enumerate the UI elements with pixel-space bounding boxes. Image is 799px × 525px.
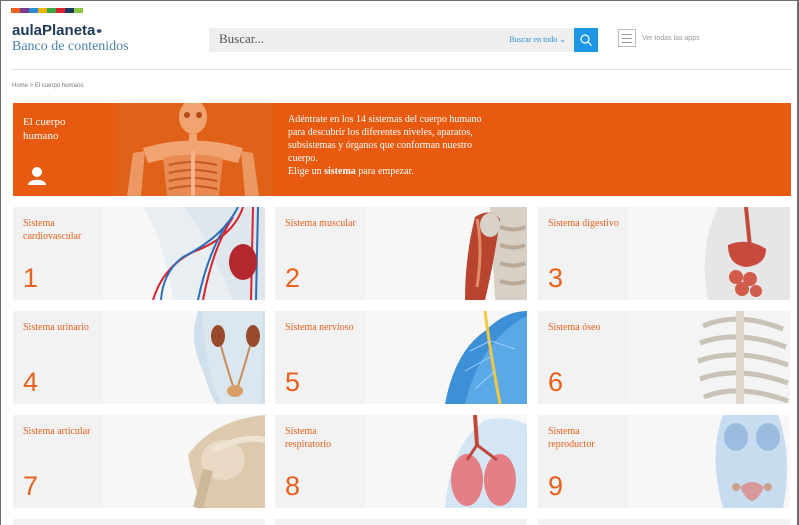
system-card-label: Sistema urinario	[23, 322, 89, 333]
system-card-label: Sistema óseo	[548, 322, 601, 333]
lungs-illustration	[365, 415, 527, 508]
search-icon	[580, 34, 592, 46]
system-card-number: 3	[548, 263, 564, 293]
system-card-skeletal[interactable]: Sistema óseo 6	[538, 311, 790, 404]
system-card-nervous[interactable]: Sistema nervioso 5	[275, 311, 527, 404]
system-card-partial[interactable]	[538, 519, 790, 525]
shoulder-joint-illustration	[103, 415, 265, 508]
brand-color-segment	[65, 8, 74, 13]
system-card-respiratory[interactable]: Sistema respiratorio 8	[275, 415, 527, 508]
system-card-articular[interactable]: Sistema articular 7	[13, 415, 265, 508]
system-card-label: Sistema articular	[23, 426, 91, 437]
system-card-label: Sistema cardiovascular	[23, 218, 82, 242]
system-card-number: 6	[548, 367, 564, 397]
system-card-label: Sistema nervioso	[285, 322, 354, 333]
system-card-number: 5	[285, 367, 301, 397]
cta-suffix: para empezar.	[355, 166, 414, 177]
browser-viewport: aulaPlaneta⚭ Banco de contenidos Buscar.…	[0, 0, 799, 525]
system-card-muscular[interactable]: Sistema muscular 2	[275, 207, 527, 300]
system-card-reproductive[interactable]: Sistema reproductor 9	[538, 415, 790, 508]
menu-line	[622, 34, 632, 35]
hero-cta-text: Elige un sistema para empezar.	[288, 165, 518, 178]
brand-color-segment	[11, 8, 20, 13]
system-card-label: Sistema muscular	[285, 218, 356, 229]
brand-color-segment	[47, 8, 56, 13]
brand-color-segment	[74, 8, 83, 13]
logo-name: aulaPlaneta	[12, 22, 96, 39]
hero-description: Adéntrate en los 14 sistemas del cuerpo …	[288, 113, 518, 178]
brand-color-segment	[29, 8, 38, 13]
brand-color-segment	[38, 8, 47, 13]
search-button[interactable]	[574, 28, 598, 52]
system-card-partial[interactable]	[275, 519, 527, 525]
apps-menu-button[interactable]	[618, 29, 636, 47]
apps-link[interactable]: Ver todas las apps	[642, 35, 700, 42]
logo-subtitle: Banco de contenidos	[12, 39, 129, 54]
hero-banner: El cuerpo humano Adéntrate en los 14 sis…	[13, 103, 791, 196]
system-card-cardiovascular[interactable]: Sistema cardiovascular 1	[13, 207, 265, 300]
system-card-number: 4	[23, 367, 39, 397]
system-card-label: Sistema respiratorio	[285, 426, 332, 450]
muscle-arm-illustration	[365, 207, 527, 300]
menu-line	[622, 42, 632, 43]
brand-color-strip	[11, 8, 83, 13]
breadcrumb[interactable]: Home > El cuerpo humano	[12, 83, 84, 89]
globe-icon: ⚭	[95, 26, 103, 36]
system-card-label: Sistema digestivo	[548, 218, 619, 229]
hero-description-line: Adéntrate en los 14 sistemas del cuerpo …	[288, 114, 482, 125]
menu-line	[622, 38, 632, 39]
cta-prefix: Elige un	[288, 166, 325, 177]
hero-description-line: para descubrir los diferentes niveles, a…	[288, 127, 473, 138]
skeleton-illustration	[113, 103, 273, 196]
spine-nerves-illustration	[365, 311, 527, 404]
system-card-number: 8	[285, 471, 301, 501]
hero-description-line: subsistemas y órganos que conforman nues…	[288, 140, 472, 151]
search-bar[interactable]: Buscar... Buscar en todo ⌄	[209, 28, 574, 52]
system-card-partial[interactable]	[13, 519, 265, 525]
brand-color-segment	[56, 8, 65, 13]
heart-vessels-illustration	[103, 207, 265, 300]
hero-title: El cuerpo humano	[23, 116, 66, 142]
ribcage-illustration	[628, 311, 790, 404]
search-input[interactable]: Buscar...	[219, 31, 264, 47]
hero-description-line: cuerpo.	[288, 153, 318, 164]
brand-color-segment	[20, 8, 29, 13]
site-logo[interactable]: aulaPlaneta⚭ Banco de contenidos	[12, 23, 129, 55]
system-card-number: 2	[285, 263, 301, 293]
system-card-number: 9	[548, 471, 564, 501]
header-divider	[11, 69, 792, 70]
system-card-number: 1	[23, 263, 39, 293]
user-icon	[28, 167, 46, 185]
reproductive-illustration	[628, 415, 790, 508]
system-card-digestive[interactable]: Sistema digestivo 3	[538, 207, 790, 300]
kidneys-illustration	[103, 311, 265, 404]
system-card-label: Sistema reproductor	[548, 426, 595, 450]
digestive-organs-illustration	[628, 207, 790, 300]
system-card-number: 7	[23, 471, 39, 501]
system-card-urinary[interactable]: Sistema urinario 4	[13, 311, 265, 404]
search-scope-dropdown[interactable]: Buscar en todo ⌄	[509, 35, 566, 44]
cta-bold: sistema	[324, 166, 356, 177]
